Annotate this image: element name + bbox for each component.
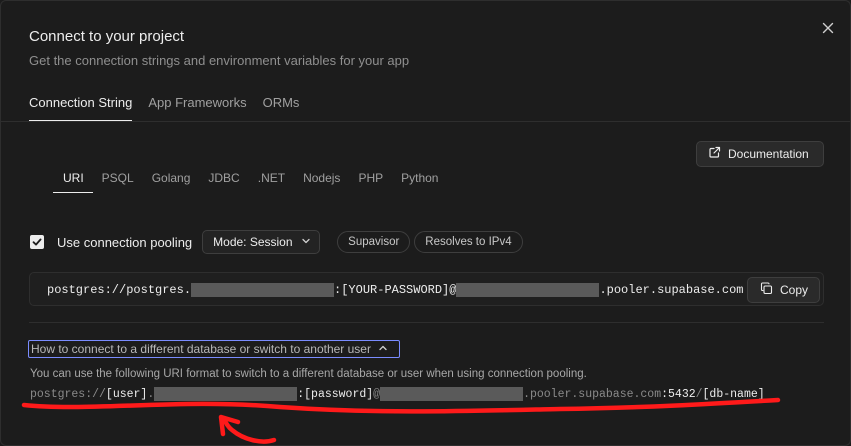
redacted-project-ref [191,283,335,297]
tab-connection-string[interactable]: Connection String [29,87,133,121]
format-dbname: [db-name] [702,387,765,401]
conn-prefix: postgres://postgres. [47,283,192,297]
copy-label: Copy [780,283,809,297]
subtab-golang[interactable]: Golang [143,167,200,193]
subtab-php[interactable]: PHP [349,167,392,193]
conn-suffix: .pooler.supabase.com [599,283,744,297]
external-link-icon [708,146,721,162]
connection-string: postgres://postgres. :[YOUR-PASSWORD]@ .… [47,283,743,297]
documentation-label: Documentation [728,147,809,161]
redacted-project-ref-2 [154,387,298,401]
format-dot: . [147,387,155,401]
subtab-psql[interactable]: PSQL [93,167,143,193]
pool-mode-select[interactable]: Mode: Session [202,230,321,254]
copy-button[interactable]: Copy [747,277,820,303]
connect-dialog: Connect to your project Get the connecti… [0,0,851,446]
chevron-down-icon [301,235,311,249]
connection-pooling-label: Use connection pooling [57,234,193,250]
tabs-divider [1,121,851,122]
format-host: .pooler.supabase.com [523,387,662,401]
subtab-dotnet[interactable]: .NET [249,167,294,193]
uri-format: postgres:// [user] . :[password] @ .pool… [30,387,765,401]
redacted-region-2 [380,387,524,401]
howto-explanation: You can use the following URI format to … [30,368,587,380]
format-scheme: postgres:// [30,387,106,401]
subtab-jdbc[interactable]: JDBC [199,167,248,193]
supavisor-badge: Supavisor [337,231,411,253]
format-at: @ [373,387,381,401]
copy-icon [760,282,773,298]
language-tabs: URI PSQL Golang JDBC .NET Nodejs PHP Pyt… [53,167,447,193]
connection-tabs: Connection String App Frameworks ORMs [29,87,299,121]
format-slash: / [695,387,703,401]
format-user: [user] [105,387,148,401]
pool-mode-value: Mode: Session [213,235,293,249]
format-port: :5432 [661,387,696,401]
close-icon[interactable] [819,19,837,37]
connection-pooling-checkbox[interactable] [30,235,44,249]
dialog-subtitle: Get the connection strings and environme… [29,53,410,68]
section-divider [29,322,824,323]
check-icon [32,238,42,246]
tab-app-frameworks[interactable]: App Frameworks [148,87,246,121]
documentation-button[interactable]: Documentation [696,141,824,167]
format-password: :[password] [297,387,374,401]
connection-string-box: postgres://postgres. :[YOUR-PASSWORD]@ .… [29,272,824,306]
tab-orms[interactable]: ORMs [263,87,300,121]
subtab-nodejs[interactable]: Nodejs [294,167,349,193]
howto-label: How to connect to a different database o… [31,342,371,356]
chevron-up-icon [378,342,388,356]
howto-toggle[interactable]: How to connect to a different database o… [28,340,400,358]
conn-password: :[YOUR-PASSWORD]@ [334,283,457,297]
subtab-uri[interactable]: URI [53,167,93,193]
dialog-title: Connect to your project [29,28,185,45]
redacted-region [456,283,600,297]
subtab-python[interactable]: Python [392,167,447,193]
ipv4-badge: Resolves to IPv4 [414,231,523,253]
connection-pooling-row: Use connection pooling Mode: Session Sup… [30,230,523,254]
